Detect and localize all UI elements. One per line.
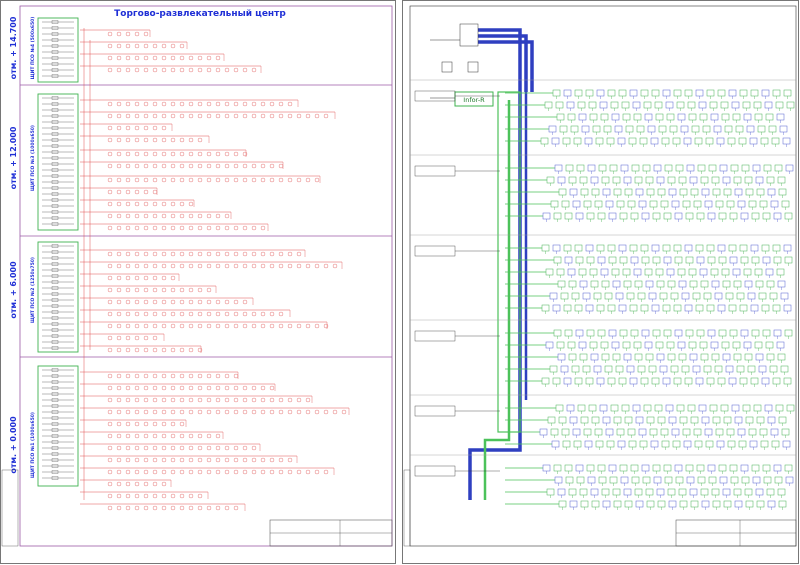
right-sheet-border (402, 0, 799, 564)
drawing-canvas: Торгово-развлекательный центр отм. + 14.… (0, 0, 799, 564)
svg-text:отм. + 12.000: отм. + 12.000 (9, 126, 18, 189)
svg-text:ЩИТ ПСО №4 (500х650): ЩИТ ПСО №4 (500х650) (30, 17, 36, 80)
svg-text:отм. + 0.000: отм. + 0.000 (9, 416, 18, 474)
sheet-title: Торгово-развлекательный центр (114, 9, 286, 19)
svg-text:ЩИТ ПСО №1 (1000х650): ЩИТ ПСО №1 (1000х650) (30, 412, 36, 478)
hub-label: Infor-R (463, 96, 485, 104)
svg-text:отм. + 14.700: отм. + 14.700 (9, 16, 18, 79)
svg-text:ЩИТ ПСО №3 (1000х650): ЩИТ ПСО №3 (1000х650) (30, 125, 36, 191)
svg-text:ЩИТ ПСО №2 (1250х750): ЩИТ ПСО №2 (1250х750) (30, 257, 36, 323)
svg-text:отм. + 6.000: отм. + 6.000 (9, 261, 18, 319)
